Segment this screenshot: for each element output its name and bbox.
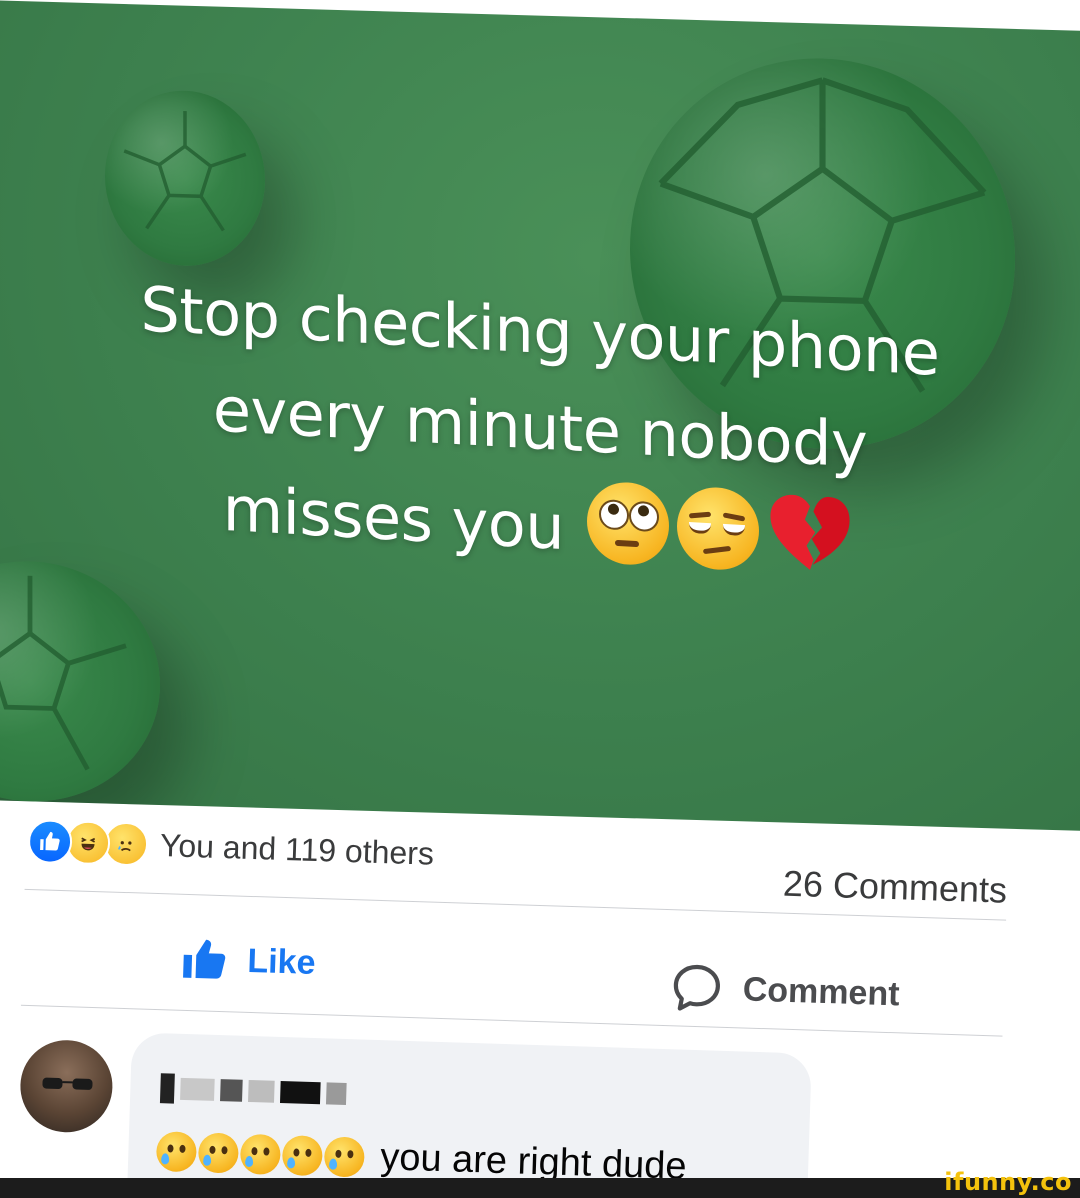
unamused-face-emoji-icon xyxy=(677,485,760,572)
redacted-author-name[interactable] xyxy=(159,1073,347,1109)
headline-line-3-text: misses you xyxy=(222,471,565,564)
commenter-avatar[interactable] xyxy=(18,1038,114,1134)
soccer-ball-graphic xyxy=(105,88,265,268)
comment-label: Comment xyxy=(742,969,901,1013)
sad-relieved-emoji-icon xyxy=(239,1133,282,1175)
post-image[interactable]: Stop checking your phone every minute no… xyxy=(0,0,1080,832)
like-label: Like xyxy=(246,941,317,982)
comments-count-link[interactable]: 26 Comments xyxy=(782,863,1007,912)
comment-bubble-icon xyxy=(673,964,720,1011)
soccer-ball-graphic xyxy=(0,557,160,806)
sad-relieved-emoji-icon xyxy=(155,1130,198,1172)
post-headline: Stop checking your phone every minute no… xyxy=(20,255,1060,604)
sad-relieved-emoji-icon xyxy=(281,1134,323,1176)
reactions-summary[interactable]: You and 119 others xyxy=(27,813,435,882)
sad-reaction-icon xyxy=(103,821,149,867)
comment-button[interactable]: Comment xyxy=(668,959,900,1022)
sad-relieved-emoji-icon xyxy=(197,1131,240,1174)
post-footer: You and 119 others 26 Comments Like Comm… xyxy=(0,780,1079,1198)
thumbs-up-icon xyxy=(183,939,226,979)
like-button[interactable]: Like xyxy=(179,934,317,988)
watermark-bar xyxy=(0,1178,1080,1198)
rolling-eyes-emoji-icon xyxy=(587,480,670,567)
haha-reaction-icon xyxy=(65,820,111,866)
broken-heart-emoji-icon xyxy=(767,488,853,579)
screenshot: Stop checking your phone every minute no… xyxy=(0,0,1080,1198)
ifunny-watermark: ifunny.co xyxy=(944,1168,1072,1196)
sunglasses-graphic xyxy=(42,1077,93,1090)
reactions-summary-text: You and 119 others xyxy=(159,826,435,872)
like-reaction-icon xyxy=(27,818,73,865)
sad-relieved-emoji-icon xyxy=(323,1135,365,1178)
comment-bubble: you are right dude xyxy=(125,1032,812,1198)
